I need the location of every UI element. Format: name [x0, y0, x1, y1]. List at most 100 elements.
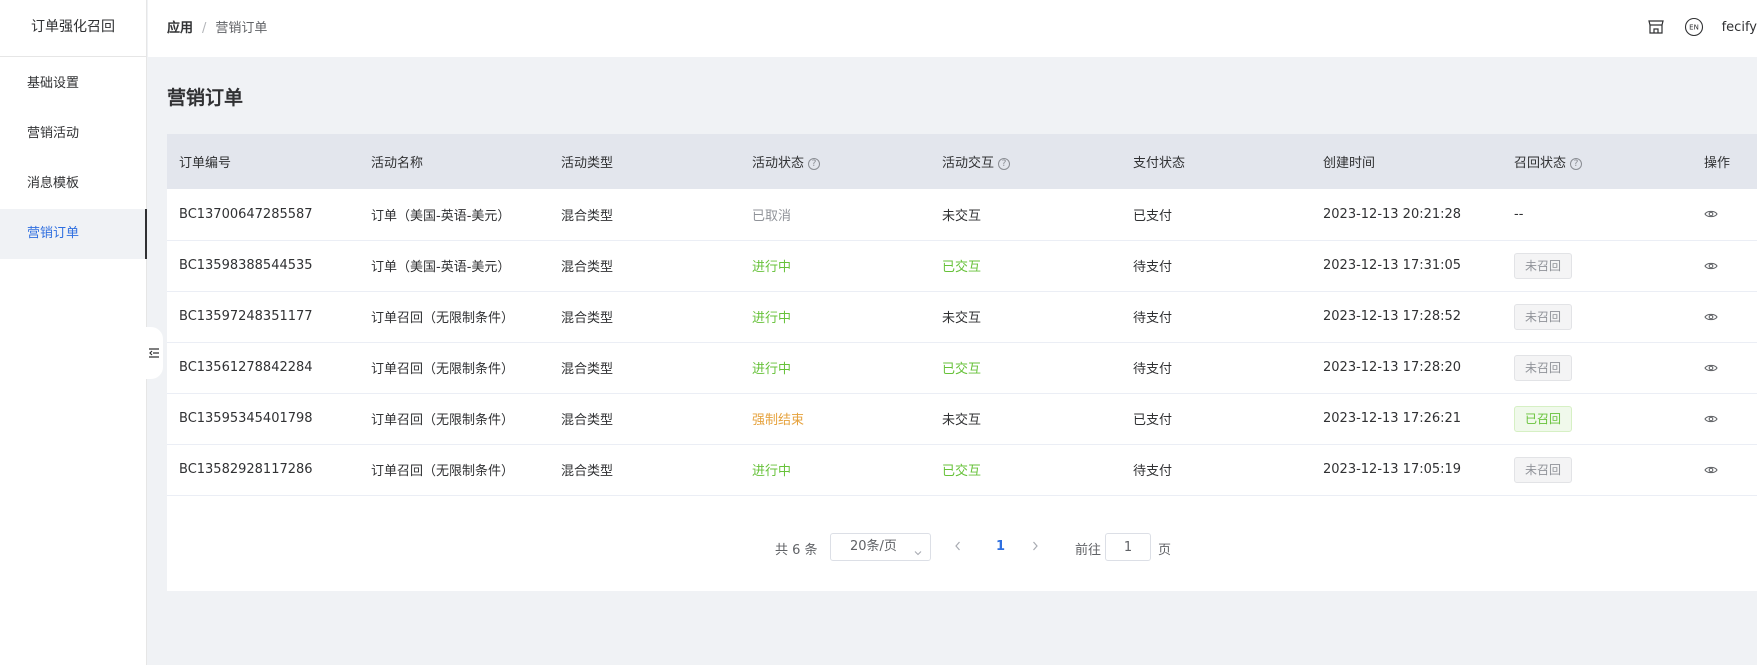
created-time: 2023-12-13 17:28:52	[1311, 291, 1502, 343]
activity-status: 强制结束	[740, 393, 930, 445]
breadcrumb-separator: /	[202, 21, 207, 36]
help-icon[interactable]: ?	[998, 158, 1011, 170]
table-row: BC13595345401798 订单召回（无限制条件） 混合类型 强制结束 未…	[167, 393, 1757, 445]
col-order-no: 订单编号	[167, 134, 359, 189]
sidebar-menu: 基础设置 营销活动 消息模板 营销订单	[0, 59, 147, 259]
orders-table: 订单编号 活动名称 活动类型 活动状态? 活动交互? 支付状态 创建时间 召回状…	[167, 134, 1757, 496]
table-header-row: 订单编号 活动名称 活动类型 活动状态? 活动交互? 支付状态 创建时间 召回状…	[167, 134, 1757, 189]
pay-status: 待支付	[1121, 240, 1311, 292]
table-row: BC13582928117286 订单召回（无限制条件） 混合类型 进行中 已交…	[167, 444, 1757, 496]
order-no: BC13700647285587	[167, 189, 359, 241]
username[interactable]: fecify	[1722, 20, 1757, 35]
col-created: 创建时间	[1311, 134, 1502, 189]
order-no: BC13582928117286	[167, 444, 359, 496]
col-recall-status: 召回状态	[1514, 156, 1567, 171]
sidebar-item-marketing-orders[interactable]: 营销订单	[0, 209, 147, 259]
col-interaction: 活动交互	[942, 156, 995, 171]
activity-name: 订单召回（无限制条件）	[359, 444, 549, 496]
help-icon[interactable]: ?	[808, 158, 821, 170]
page-number-current[interactable]: 1	[996, 539, 1005, 554]
pay-status: 已支付	[1121, 189, 1311, 241]
col-recall-status-header: 召回状态?	[1502, 134, 1692, 189]
pay-status: 待支付	[1121, 444, 1311, 496]
interaction-status: 已交互	[930, 444, 1121, 496]
eye-icon[interactable]	[1704, 465, 1718, 475]
recall-status-cell: 未召回	[1502, 444, 1692, 496]
order-no: BC13598388544535	[167, 240, 359, 292]
order-no: BC13597248351177	[167, 291, 359, 343]
activity-name: 订单（美国-英语-美元）	[359, 189, 549, 241]
pay-status: 待支付	[1121, 291, 1311, 343]
sidebar-item-message-templates[interactable]: 消息模板	[0, 159, 146, 209]
order-no: BC13561278842284	[167, 342, 359, 394]
eye-icon[interactable]	[1704, 414, 1718, 424]
created-time: 2023-12-13 20:21:28	[1311, 189, 1502, 241]
col-activity-name: 活动名称	[359, 134, 549, 189]
orders-card: 订单编号 活动名称 活动类型 活动状态? 活动交互? 支付状态 创建时间 召回状…	[167, 134, 1757, 591]
recall-status-cell: 未召回	[1502, 240, 1692, 292]
breadcrumb-current: 营销订单	[215, 21, 268, 36]
col-activity-status: 活动状态	[752, 156, 805, 171]
table-row: BC13700647285587 订单（美国-英语-美元） 混合类型 已取消 未…	[167, 189, 1757, 241]
activity-status: 进行中	[740, 342, 930, 394]
svg-text:EN: EN	[1689, 24, 1699, 32]
sidebar: 订单强化召回 基础设置 营销活动 消息模板 营销订单	[0, 0, 147, 665]
interaction-status: 已交互	[930, 342, 1121, 394]
activity-type: 混合类型	[549, 189, 740, 241]
eye-icon[interactable]	[1704, 312, 1718, 322]
breadcrumb-root[interactable]: 应用	[167, 21, 193, 36]
activity-status: 进行中	[740, 444, 930, 496]
pay-status: 已支付	[1121, 393, 1311, 445]
activity-status: 进行中	[740, 291, 930, 343]
recall-status-badge: 未召回	[1514, 354, 1573, 381]
created-time: 2023-12-13 17:28:20	[1311, 342, 1502, 394]
activity-type: 混合类型	[549, 291, 740, 343]
actions-cell	[1692, 342, 1757, 394]
activity-status: 已取消	[740, 189, 930, 241]
pagination-total: 共 6 条	[775, 543, 818, 558]
store-icon[interactable]	[1646, 17, 1666, 37]
actions-cell	[1692, 240, 1757, 292]
created-time: 2023-12-13 17:31:05	[1311, 240, 1502, 292]
pay-status: 待支付	[1121, 342, 1311, 394]
recall-status: --	[1502, 189, 1692, 241]
activity-name: 订单召回（无限制条件）	[359, 393, 549, 445]
help-icon[interactable]: ?	[1570, 158, 1583, 170]
table-row: BC13561278842284 订单召回（无限制条件） 混合类型 进行中 已交…	[167, 342, 1757, 394]
chevron-down-icon	[913, 542, 923, 568]
recall-status-cell: 已召回	[1502, 393, 1692, 445]
language-en-icon[interactable]: EN	[1684, 17, 1704, 37]
recall-status-badge: 未召回	[1514, 303, 1573, 330]
chevron-right-icon	[1033, 541, 1038, 551]
actions-cell	[1692, 393, 1757, 445]
app-title: 订单强化召回	[0, 0, 146, 57]
activity-type: 混合类型	[549, 342, 740, 394]
table-row: BC13597248351177 订单召回（无限制条件） 混合类型 进行中 未交…	[167, 291, 1757, 343]
eye-icon[interactable]	[1704, 363, 1718, 373]
actions-cell	[1692, 291, 1757, 343]
sidebar-item-basic-settings[interactable]: 基础设置	[0, 59, 146, 109]
interaction-status: 未交互	[930, 393, 1121, 445]
menu-fold-icon	[149, 348, 159, 358]
recall-status-badge: 未召回	[1514, 252, 1573, 279]
header-actions: EN fecify	[1646, 17, 1757, 37]
prev-page-button[interactable]	[953, 540, 963, 556]
pagination: 共 6 条 20条/页 1 前往 页	[167, 531, 1757, 563]
interaction-status: 已交互	[930, 240, 1121, 292]
interaction-status: 未交互	[930, 189, 1121, 241]
eye-icon[interactable]	[1704, 261, 1718, 271]
col-activity-type: 活动类型	[549, 134, 740, 189]
actions-cell	[1692, 189, 1757, 241]
recall-status-badge: 未召回	[1514, 456, 1573, 483]
next-page-button[interactable]	[1030, 540, 1040, 556]
recall-status-badge: 已召回	[1514, 405, 1573, 432]
top-header: 应用 / 营销订单 EN fecify	[148, 0, 1757, 57]
eye-icon[interactable]	[1704, 209, 1718, 219]
breadcrumb: 应用 / 营销订单	[167, 17, 267, 36]
goto-label: 前往	[1075, 543, 1102, 558]
page-size-select[interactable]: 20条/页	[830, 533, 931, 561]
sidebar-collapse-button[interactable]	[145, 327, 163, 379]
chevron-left-icon	[955, 541, 960, 551]
sidebar-item-marketing-activities[interactable]: 营销活动	[0, 109, 146, 159]
goto-page-input[interactable]	[1105, 533, 1151, 561]
